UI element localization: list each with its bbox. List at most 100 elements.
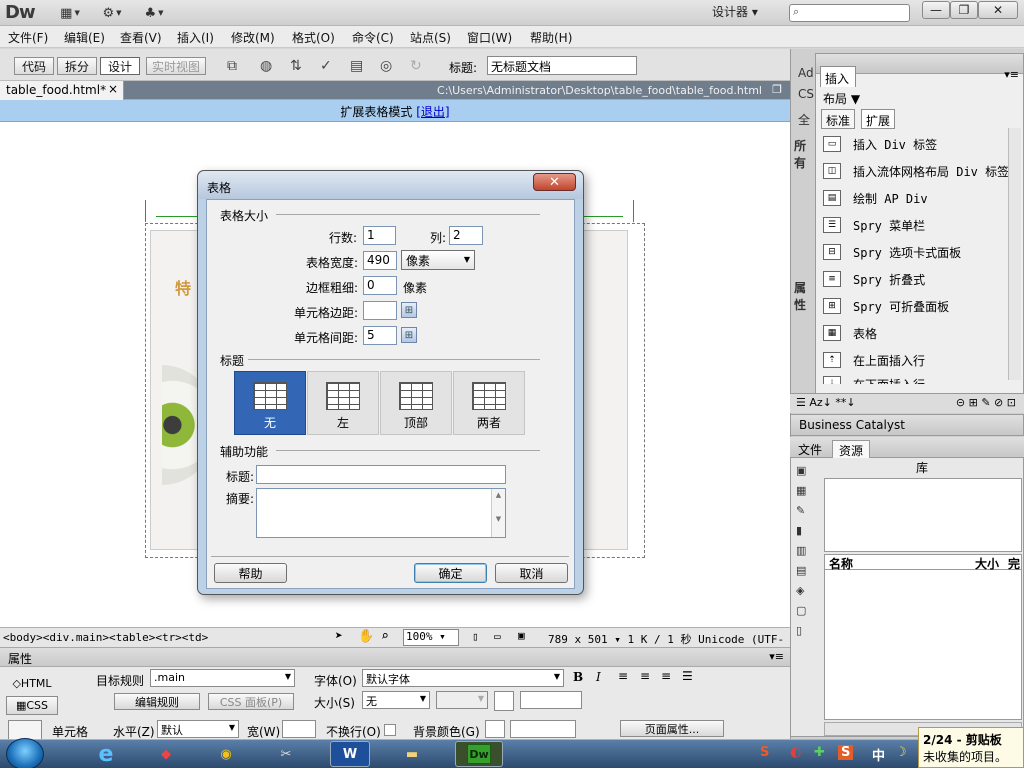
insert-item[interactable]: ≡ Spry 折叠式	[823, 266, 925, 292]
menu-window[interactable]: 窗口(W)	[467, 29, 512, 46]
insert-item[interactable]: ⇡ 在上面插入行	[823, 347, 925, 373]
menu-view[interactable]: 查看(V)	[120, 29, 162, 46]
insert-item[interactable]: ▦ 表格	[823, 320, 877, 346]
insert-item[interactable]: ⊞ Spry 可折叠面板	[823, 293, 949, 319]
table-width-input[interactable]: 490	[363, 251, 397, 270]
minimize-button[interactable]: —	[922, 1, 950, 19]
menu-insert[interactable]: 插入(I)	[177, 29, 214, 46]
summary-textarea[interactable]: ▲ ▼	[256, 488, 506, 538]
clipboard-notification[interactable]: 2/24 - 剪贴板 未收集的项目。	[918, 727, 1024, 768]
side-tab-all-rules[interactable]: 所有	[794, 137, 816, 171]
border-input[interactable]: 0	[363, 276, 397, 295]
ie-icon[interactable]: e	[86, 741, 126, 767]
scripts-icon[interactable]: ◈	[796, 584, 814, 598]
workspace-switcher[interactable]: 设计器 ▾	[712, 3, 758, 20]
title-input[interactable]: 无标题文档	[487, 56, 637, 75]
text-color-input[interactable]	[520, 691, 582, 709]
header-option-none[interactable]: 无	[234, 371, 306, 435]
target-rule-select[interactable]: .main ▼	[150, 669, 295, 687]
width-unit-select[interactable]: 像素 ▼	[401, 250, 475, 270]
page-properties-button[interactable]: 页面属性...	[620, 720, 724, 737]
flash-icon[interactable]: ▮	[796, 524, 814, 538]
file-management-icon[interactable]: ⇅	[290, 58, 302, 74]
w3c-validation-icon[interactable]: ✓	[320, 58, 332, 74]
subtab-expanded[interactable]: 扩展	[861, 109, 896, 129]
horizontal-align-select[interactable]: 默认 ▼	[157, 720, 239, 738]
split-view-button[interactable]: 拆分	[57, 57, 97, 75]
font-select[interactable]: 默认字体 ▼	[362, 669, 564, 687]
restore-doc-icon[interactable]: ❐	[772, 83, 782, 96]
insert-item[interactable]: ☰ Spry 菜单栏	[823, 212, 925, 238]
side-tab-css[interactable]: CS	[798, 87, 814, 101]
size-select[interactable]: 无 ▼	[362, 691, 430, 709]
zoom-tool-icon[interactable]: ⌕	[381, 629, 389, 644]
templates-icon[interactable]: ▢	[796, 604, 814, 618]
show-category-icon[interactable]: ☰	[796, 396, 806, 409]
moon-icon[interactable]: ☽	[895, 745, 907, 760]
library-icon[interactable]: ▯	[796, 624, 814, 638]
chrome-icon[interactable]: ◉	[206, 741, 246, 767]
desktop-size-icon[interactable]: ▣	[518, 629, 525, 642]
insert-item[interactable]: ◫ 插入流体网格布局 Div 标签	[823, 158, 1009, 184]
menu-modify[interactable]: 修改(M)	[231, 29, 275, 46]
insert-item[interactable]: ▤ 绘制 AP Div	[823, 185, 928, 211]
urls-icon[interactable]: ✎	[796, 504, 814, 518]
caption-input[interactable]	[256, 465, 506, 484]
properties-header[interactable]: 属性	[0, 648, 790, 667]
subtab-standard[interactable]: 标准	[821, 109, 856, 129]
cell-width-input[interactable]	[282, 720, 316, 738]
show-set-icon[interactable]: **↓	[835, 396, 855, 409]
align-left-icon[interactable]: ≡	[618, 669, 628, 683]
size-unit-select[interactable]: ▼	[436, 691, 488, 709]
zoom-select[interactable]: 100% ▾	[403, 629, 459, 646]
library-list[interactable]	[824, 570, 1022, 720]
layout-icon[interactable]: ▦ ▼	[57, 4, 83, 22]
close-tab-icon[interactable]: ×	[108, 82, 118, 96]
insert-item[interactable]: ⇣ 在下面插入行	[823, 376, 925, 384]
insert-panel-menu-icon[interactable]: ▾≡	[1004, 68, 1019, 81]
side-tab-properties[interactable]: 属性	[794, 279, 816, 313]
start-button[interactable]	[6, 738, 44, 768]
justify-icon[interactable]: ☰	[682, 669, 693, 683]
cell-spacing-input[interactable]: 5	[363, 326, 397, 345]
italic-button[interactable]: I	[596, 670, 601, 684]
live-view-button[interactable]: 实时视图	[146, 57, 206, 75]
menu-format[interactable]: 格式(O)	[292, 29, 335, 46]
mobile-size-icon[interactable]: ▯	[472, 630, 479, 643]
menu-commands[interactable]: 命令(C)	[352, 29, 394, 46]
close-button[interactable]: ✕	[978, 1, 1018, 19]
text-color-swatch[interactable]	[494, 691, 514, 711]
tablet-size-icon[interactable]: ▭	[494, 630, 501, 643]
dialog-close-button[interactable]: ✕	[533, 173, 576, 191]
tools-icon[interactable]: ✂	[266, 741, 306, 767]
insert-tab[interactable]: 插入	[820, 66, 856, 87]
edit-rule-button[interactable]: 编辑规则	[114, 693, 200, 710]
design-view-button[interactable]: 设计	[100, 57, 140, 75]
bg-color-input[interactable]	[510, 720, 576, 738]
insert-category-select[interactable]: 布局 ▼	[823, 90, 860, 107]
header-option-top[interactable]: 顶部	[380, 371, 452, 435]
business-catalyst-panel[interactable]: Business Catalyst	[790, 414, 1024, 436]
cell-padding-input[interactable]	[363, 301, 397, 320]
insert-panel-scrollbar[interactable]	[1008, 128, 1021, 380]
css-properties-button[interactable]: ▦ CSS	[6, 696, 58, 715]
side-tab-all[interactable]: 全	[798, 111, 810, 128]
align-right-icon[interactable]: ≡	[661, 669, 671, 683]
search-input[interactable]: ⌕	[789, 4, 910, 22]
browser-preview-icon[interactable]: ◍	[260, 58, 272, 74]
code-view-button[interactable]: 代码	[14, 57, 54, 75]
ime-logo-icon[interactable]: S	[838, 745, 854, 760]
app-icon[interactable]: ◆	[146, 741, 186, 767]
tray-app-icon[interactable]: ◐	[790, 745, 801, 760]
select-tool-icon[interactable]: ➤	[335, 629, 343, 644]
insert-item[interactable]: ▭ 插入 Div 标签	[823, 131, 937, 157]
dreamweaver-task[interactable]: Dw	[455, 741, 503, 767]
cancel-button[interactable]: 取消	[495, 563, 568, 583]
images-icon[interactable]: ▣	[796, 464, 814, 478]
file-tab[interactable]: table_food.html* ×	[0, 81, 124, 100]
refresh-icon[interactable]: ↻	[410, 58, 422, 74]
ime-language[interactable]: 中	[872, 745, 885, 764]
multiscreen-icon[interactable]: ⧉	[227, 58, 237, 74]
align-center-icon[interactable]: ≡	[640, 669, 650, 683]
tab-files[interactable]: 文件	[792, 440, 828, 458]
